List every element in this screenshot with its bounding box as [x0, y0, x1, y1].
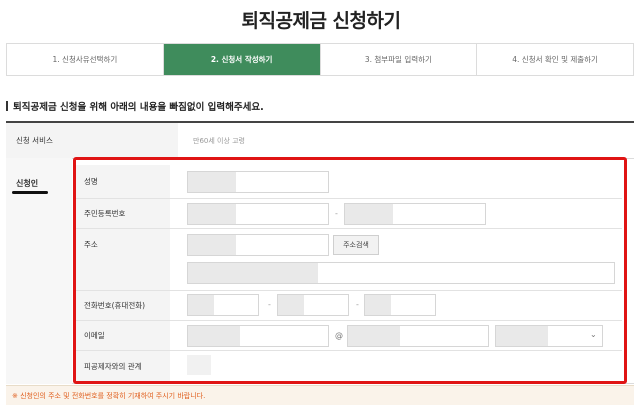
- relation-row: 피공제자와의 관계: [74, 351, 622, 382]
- address-label: 주소: [74, 229, 170, 290]
- notice-text: 퇴직공제금 신청을 위해 아래의 내용을 빠짐없이 입력해주세요.: [13, 102, 264, 113]
- rrn-front-masked: [188, 204, 236, 224]
- phone-label: 전화번호(휴대전화): [74, 291, 170, 320]
- step-2-active[interactable]: 2. 신청서 작성하기: [163, 44, 321, 75]
- name-input[interactable]: [187, 171, 329, 193]
- phone-part1-masked: [188, 295, 214, 315]
- rrn-dash: -: [335, 209, 338, 218]
- email-domain-select[interactable]: ⌄: [495, 325, 603, 347]
- service-value: 만60세 이상 고령: [193, 136, 245, 145]
- phone-dash-1: -: [268, 300, 271, 309]
- step-progress: 1. 신청사유선택하기 2. 신청서 작성하기 3. 첨부파일 입력하기 4. …: [6, 43, 634, 76]
- service-label: 신청 서비스: [6, 123, 178, 158]
- applicant-underline-mark: [12, 191, 48, 194]
- name-masked-value: [188, 172, 236, 192]
- email-domain-masked: [348, 326, 400, 346]
- applicant-label: 신청인: [16, 179, 39, 188]
- step-1[interactable]: 1. 신청사유선택하기: [7, 44, 164, 75]
- relation-label: 피공제자와의 관계: [74, 351, 170, 382]
- footnote: ※ 신청인의 주소 및 전화번호를 정확히 기재하여 주시기 바랍니다.: [6, 385, 634, 405]
- postcode-input[interactable]: [187, 234, 329, 256]
- page-title: 퇴직공제금 신청하기: [241, 10, 401, 32]
- address-masked: [188, 263, 318, 283]
- email-label: 이메일: [74, 321, 170, 350]
- email-at-sign: @: [335, 331, 343, 340]
- rrn-back-input[interactable]: [344, 203, 486, 225]
- name-label: 성명: [74, 165, 170, 198]
- email-select-masked: [496, 326, 548, 346]
- step-3[interactable]: 3. 첨부파일 입력하기: [320, 44, 478, 75]
- rrn-back-masked: [345, 204, 393, 224]
- service-row: 신청 서비스 만60세 이상 고령: [6, 123, 634, 159]
- name-row: 성명: [74, 165, 622, 199]
- step-4[interactable]: 4. 신청서 확인 및 제출하기: [477, 44, 634, 75]
- notice-marker: [6, 101, 8, 111]
- address-detail-input[interactable]: [187, 262, 615, 284]
- form-notice: 퇴직공제금 신청을 위해 아래의 내용을 빠짐없이 입력해주세요.: [6, 99, 264, 113]
- rrn-label: 주민등록번호: [74, 199, 170, 228]
- phone-part2-masked: [278, 295, 304, 315]
- relation-masked-value[interactable]: [187, 355, 211, 375]
- rrn-front-input[interactable]: [187, 203, 329, 225]
- phone-part3-input[interactable]: [364, 294, 436, 316]
- phone-part1-input[interactable]: [187, 294, 259, 316]
- email-id-input[interactable]: [187, 325, 329, 347]
- chevron-down-icon: ⌄: [590, 330, 597, 339]
- address-search-button[interactable]: 주소검색: [333, 235, 379, 255]
- applicant-label-cell: 신청인: [6, 158, 72, 384]
- phone-part3-masked: [365, 295, 391, 315]
- email-id-masked: [188, 326, 240, 346]
- form-table: 신청 서비스 만60세 이상 고령: [6, 121, 634, 159]
- phone-dash-2: -: [356, 300, 359, 309]
- postcode-masked: [188, 235, 236, 255]
- phone-part2-input[interactable]: [277, 294, 349, 316]
- email-domain-input[interactable]: [347, 325, 489, 347]
